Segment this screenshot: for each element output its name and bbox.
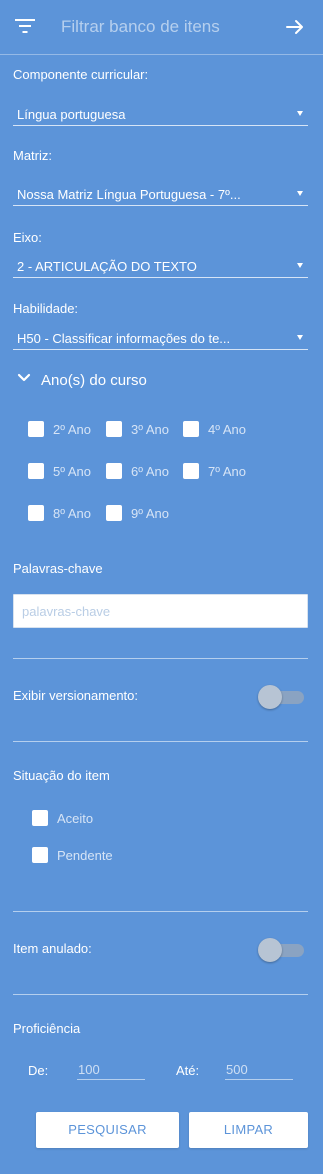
- de-value: 100: [78, 1062, 100, 1077]
- checkbox-label: 2º Ano: [53, 422, 92, 437]
- matriz-label: Matriz:: [13, 148, 52, 163]
- componente-select[interactable]: Língua portuguesa: [13, 102, 308, 126]
- palavras-chave-field: [13, 594, 308, 628]
- filter-list-icon[interactable]: [15, 18, 35, 34]
- filter-header: Filtrar banco de itens: [0, 0, 323, 55]
- habilidade-select[interactable]: H50 - Classificar informações do te...: [13, 326, 308, 350]
- checkbox-label: Aceito: [57, 811, 94, 826]
- dropdown-caret-icon: [297, 263, 303, 268]
- divider: [13, 994, 308, 995]
- filter-title: Filtrar banco de itens: [61, 17, 220, 36]
- checkbox-6-ano[interactable]: [106, 463, 122, 479]
- divider: [13, 658, 308, 659]
- eixo-select[interactable]: 2 - ARTICULAÇÃO DO TEXTO: [13, 254, 308, 278]
- matriz-value: Nossa Matriz Língua Portuguesa - 7º...: [17, 187, 241, 202]
- palavras-chave-label: Palavras-chave: [13, 561, 103, 576]
- checkbox-7-ano[interactable]: [183, 463, 199, 479]
- checkbox-label: 7º Ano: [208, 464, 247, 479]
- search-button[interactable]: PESQUISAR: [36, 1112, 179, 1148]
- ate-value: 500: [226, 1062, 248, 1077]
- habilidade-label: Habilidade:: [13, 301, 79, 316]
- arrow-right-icon[interactable]: [285, 17, 305, 37]
- checkbox-pendente[interactable]: [32, 847, 48, 863]
- eixo-value: 2 - ARTICULAÇÃO DO TEXTO: [17, 259, 197, 274]
- proficiencia-label: Proficiência: [13, 1021, 81, 1036]
- habilidade-value: H50 - Classificar informações do te...: [17, 331, 231, 346]
- palavras-chave-input[interactable]: [14, 595, 307, 627]
- proficiencia-de-input[interactable]: 100: [77, 1058, 145, 1080]
- checkbox-label: Pendente: [57, 848, 113, 863]
- checkbox-4-ano[interactable]: [183, 421, 199, 437]
- checkbox-label: 5º Ano: [53, 464, 92, 479]
- de-label: De:: [28, 1063, 49, 1078]
- eixo-label: Eixo:: [13, 230, 42, 245]
- clear-button[interactable]: LIMPAR: [189, 1112, 308, 1148]
- checkbox-aceito[interactable]: [32, 810, 48, 826]
- checkbox-8-ano[interactable]: [28, 505, 44, 521]
- toggle-knob: [258, 685, 282, 709]
- checkbox-3-ano[interactable]: [106, 421, 122, 437]
- checkbox-2-ano[interactable]: [28, 421, 44, 437]
- checkbox-9-ano[interactable]: [106, 505, 122, 521]
- dropdown-caret-icon: [297, 111, 303, 116]
- checkbox-label: 6º Ano: [131, 464, 170, 479]
- divider: [13, 741, 308, 742]
- checkbox-label: 8º Ano: [53, 506, 92, 521]
- checkbox-label: 9º Ano: [131, 506, 170, 521]
- dropdown-caret-icon: [297, 191, 303, 196]
- checkbox-label: 3º Ano: [131, 422, 170, 437]
- anulado-toggle[interactable]: [258, 937, 308, 963]
- proficiencia-ate-input[interactable]: 500: [225, 1058, 293, 1080]
- anos-title: Ano(s) do curso: [41, 372, 147, 389]
- dropdown-caret-icon: [297, 335, 303, 340]
- componente-value: Língua portuguesa: [17, 107, 126, 122]
- chevron-down-icon: [17, 373, 31, 382]
- versionamento-toggle[interactable]: [258, 684, 308, 710]
- checkbox-5-ano[interactable]: [28, 463, 44, 479]
- matriz-select[interactable]: Nossa Matriz Língua Portuguesa - 7º...: [13, 182, 308, 206]
- componente-label: Componente curricular:: [13, 67, 149, 82]
- checkbox-label: 4º Ano: [208, 422, 247, 437]
- divider: [13, 911, 308, 912]
- versionamento-label: Exibir versionamento:: [13, 688, 138, 703]
- ate-label: Até:: [176, 1063, 200, 1078]
- anulado-label: Item anulado:: [13, 941, 92, 956]
- situacao-label: Situação do item: [13, 768, 110, 783]
- toggle-knob: [258, 938, 282, 962]
